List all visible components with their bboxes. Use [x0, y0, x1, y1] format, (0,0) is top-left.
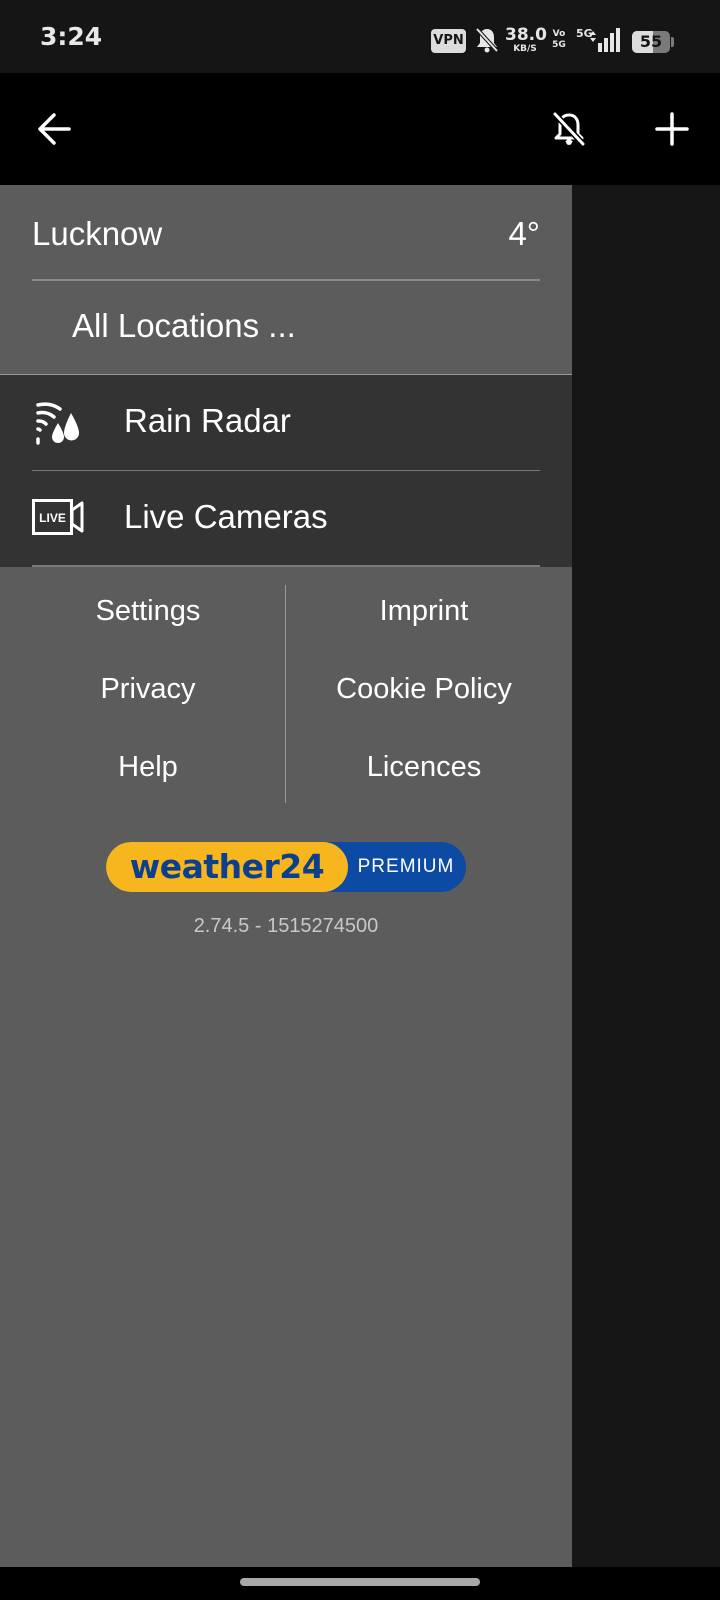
battery-level: 55 — [639, 32, 663, 51]
bell-off-icon — [474, 26, 500, 54]
network-speed: 38.0 KB/S — [505, 25, 547, 54]
volte-indicator: Vo 5G — [551, 29, 567, 51]
rain-radar-icon — [32, 399, 84, 445]
location-item[interactable]: Lucknow 4° — [0, 185, 572, 280]
plus-icon — [655, 112, 689, 146]
battery-icon: 55 — [632, 31, 670, 53]
bell-off-icon — [552, 111, 586, 147]
app-bar — [0, 73, 720, 185]
footer-links: Settings Privacy Help Imprint Cookie Pol… — [0, 585, 572, 805]
licences-link[interactable]: Licences — [286, 751, 562, 784]
system-nav-bar — [0, 1567, 720, 1600]
menu-section: Rain Radar LIVE Live Cameras — [0, 375, 572, 567]
arrow-left-icon — [38, 113, 71, 145]
navigation-drawer: Lucknow 4° All Locations ... Rain Radar … — [0, 185, 572, 1567]
volte-bottom: 5G — [552, 40, 566, 50]
menu-item-label: Rain Radar — [124, 402, 291, 439]
status-time: 3:24 — [40, 22, 103, 51]
imprint-link[interactable]: Imprint — [286, 595, 562, 628]
app-version: 2.74.5 - 1515274500 — [193, 915, 379, 937]
menu-item-label: Live Cameras — [124, 498, 328, 535]
status-bar: 3:24 VPN 38.0 KB/S Vo 5G 5G 55 — [0, 0, 720, 73]
settings-link[interactable]: Settings — [10, 595, 286, 628]
notifications-button[interactable] — [541, 101, 597, 157]
screen: 3:24 VPN 38.0 KB/S Vo 5G 5G 55 Lucknow 4… — [0, 0, 720, 1600]
battery-tip — [671, 37, 674, 47]
divider — [32, 565, 540, 567]
cookie-policy-link[interactable]: Cookie Policy — [286, 673, 562, 706]
menu-item-live-cameras[interactable]: LIVE Live Cameras — [0, 471, 572, 566]
signal-icon — [588, 27, 622, 53]
back-button[interactable] — [27, 101, 83, 157]
live-label: LIVE — [39, 511, 66, 525]
all-locations-label: All Locations ... — [72, 307, 296, 344]
menu-item-rain-radar[interactable]: Rain Radar — [0, 375, 572, 470]
vpn-icon: VPN — [431, 29, 466, 53]
add-location-button[interactable] — [644, 101, 700, 157]
volte-top: Vo — [552, 29, 566, 39]
brand-logo: weather24 — [129, 847, 325, 886]
home-gesture-handle[interactable] — [240, 1578, 480, 1586]
live-camera-icon: LIVE — [32, 495, 84, 541]
premium-badge: weather24 PREMIUM — [106, 842, 466, 892]
network-speed-value: 38.0 — [505, 25, 547, 45]
help-link[interactable]: Help — [10, 751, 286, 784]
all-locations-item[interactable]: All Locations ... — [0, 281, 572, 375]
premium-label: PREMIUM — [357, 856, 455, 877]
privacy-link[interactable]: Privacy — [10, 673, 286, 706]
network-speed-unit: KB/S — [513, 44, 537, 54]
location-temperature: 4° — [508, 215, 540, 252]
location-name: Lucknow — [32, 215, 163, 252]
